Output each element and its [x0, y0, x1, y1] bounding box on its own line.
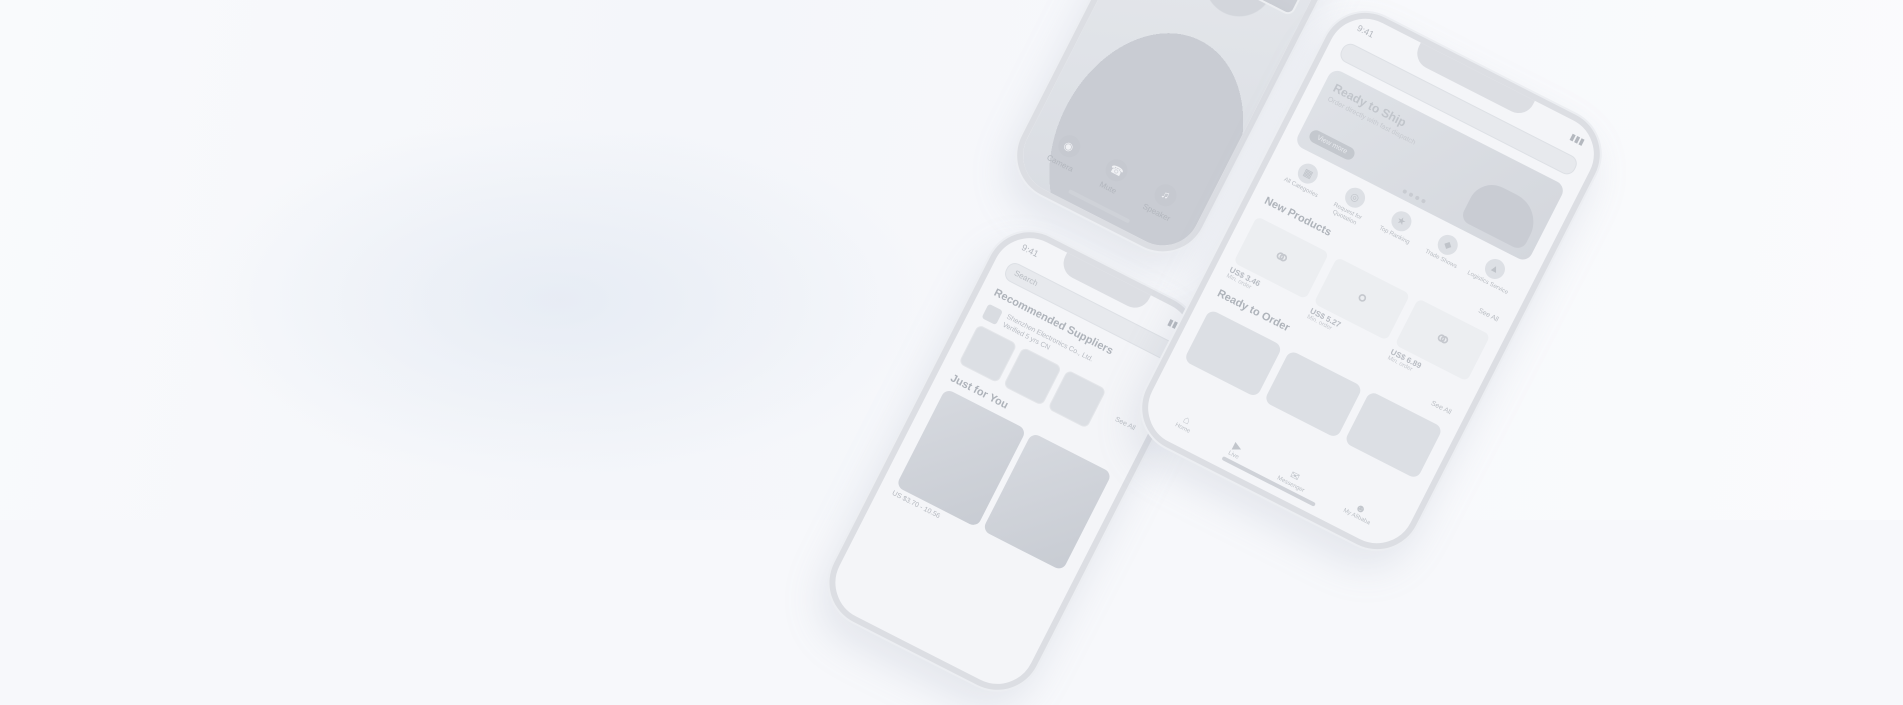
supplier-logo: [981, 303, 1004, 326]
see-all-link[interactable]: See All: [1477, 307, 1500, 323]
see-all-link[interactable]: See All: [1114, 416, 1137, 432]
status-time: 9:41: [1355, 22, 1376, 40]
battery-icon: ▮▮▮: [1568, 131, 1587, 148]
status-time: 9:41: [1020, 242, 1041, 260]
banner-button[interactable]: View more: [1307, 128, 1357, 162]
see-all-link[interactable]: See All: [1430, 400, 1453, 416]
tab-live[interactable]: ▶ Live: [1227, 439, 1245, 460]
carousel-dots: [1402, 188, 1427, 204]
